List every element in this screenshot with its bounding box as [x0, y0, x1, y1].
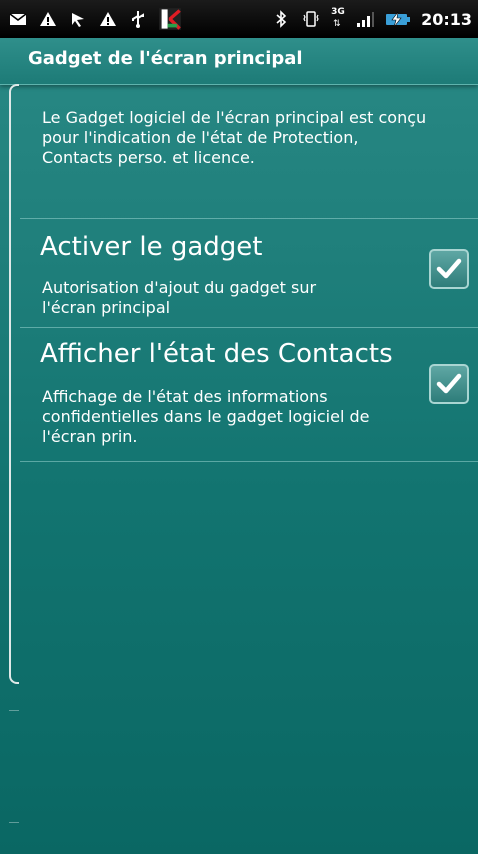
pref-show-contacts-status[interactable]: Afficher l'état des Contacts Affichage d… [0, 331, 478, 461]
network-3g-icon: 3G ⇅ [331, 7, 345, 29]
clock: 20:13 [421, 9, 472, 29]
battery-charging-icon [386, 11, 411, 28]
pref-enable-gadget[interactable]: Activer le gadget Autorisation d'ajout d… [0, 222, 478, 327]
bluetooth-icon [276, 10, 287, 28]
title-bar: Gadget de l'écran principal [0, 38, 478, 85]
pref-summary: Affichage de l'état des informations con… [42, 387, 370, 446]
sync-icon [72, 13, 84, 27]
notification-icons [8, 6, 182, 32]
status-bar: 3G ⇅ 20:13 [0, 0, 478, 38]
pref-title: Activer le gadget [40, 232, 263, 262]
show-contacts-status-checkbox[interactable] [429, 364, 469, 404]
pref-title: Afficher l'état des Contacts [40, 339, 393, 369]
vibrate-icon [303, 11, 319, 27]
signal-icon [357, 12, 375, 27]
enable-gadget-checkbox[interactable] [429, 249, 469, 289]
checkmark-icon [436, 373, 462, 394]
divider [20, 218, 478, 219]
usb-icon [132, 11, 144, 28]
scrollbar[interactable] [9, 84, 19, 854]
checkmark-icon [436, 258, 462, 279]
scroll-tick [9, 710, 19, 711]
divider [20, 327, 478, 328]
mail-icon [9, 13, 27, 25]
settings-screen: 3G ⇅ 20:13 Gadget de l'écran principal L… [0, 0, 478, 854]
kaspersky-icon [159, 8, 181, 30]
warning-icon [40, 12, 56, 26]
system-icons: 3G ⇅ 20:13 [271, 6, 472, 32]
pref-summary: Autorisation d'ajout du gadget sur l'écr… [42, 278, 317, 317]
divider [20, 461, 478, 462]
page-title: Gadget de l'écran principal [28, 48, 303, 69]
warning-icon [100, 12, 116, 26]
description-text: Le Gadget logiciel de l'écran principal … [42, 108, 427, 167]
network-type-label: 3G [331, 7, 345, 17]
scroll-tick [9, 822, 19, 823]
